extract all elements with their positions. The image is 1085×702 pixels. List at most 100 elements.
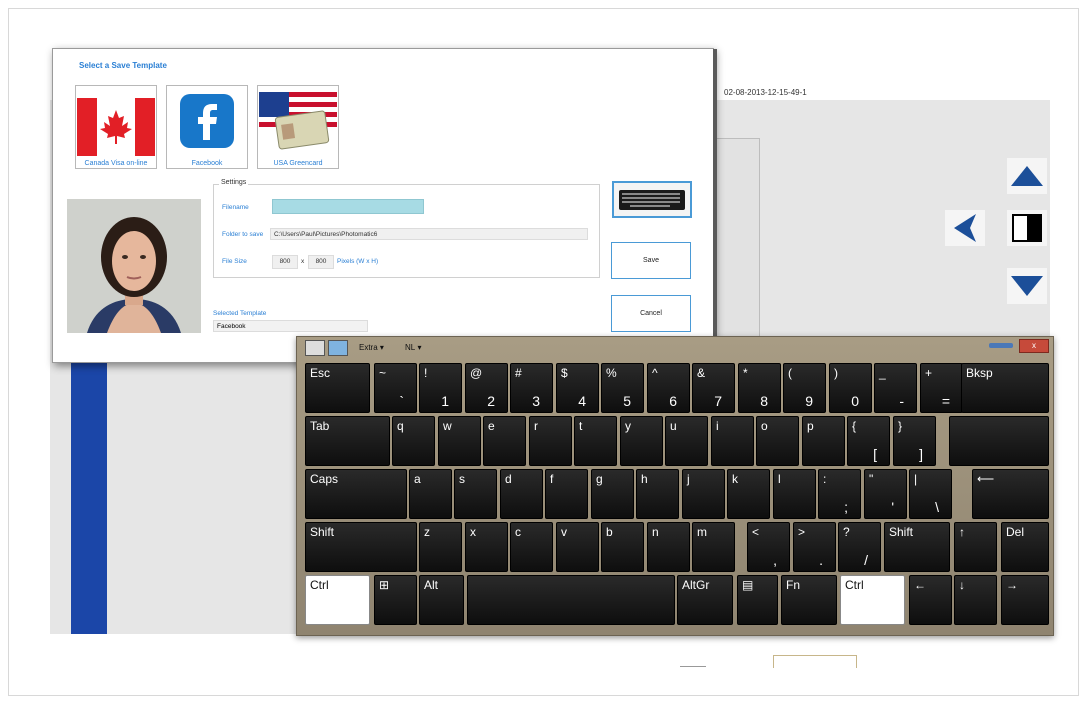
key[interactable]: ↑ — [954, 522, 997, 572]
key[interactable]: z — [419, 522, 462, 572]
key[interactable]: Esc — [305, 363, 370, 413]
contrast-button[interactable] — [1007, 210, 1047, 246]
key[interactable]: ! 1 — [419, 363, 462, 413]
key[interactable]: " ' — [864, 469, 907, 519]
key[interactable]: ? / — [838, 522, 881, 572]
key[interactable]: ↓ — [954, 575, 997, 625]
key[interactable]: c — [510, 522, 553, 572]
key[interactable]: Shift — [305, 522, 417, 572]
key-secondary-label: 1 — [441, 393, 449, 409]
filename-input[interactable] — [272, 199, 424, 214]
key[interactable]: ← — [909, 575, 952, 625]
key[interactable]: f — [545, 469, 588, 519]
key[interactable] — [467, 575, 675, 625]
key[interactable]: {[ — [847, 416, 890, 466]
key[interactable]: b — [601, 522, 644, 572]
key[interactable]: % 5 — [601, 363, 644, 413]
key-label: g — [596, 472, 603, 486]
folder-input[interactable]: C:\Users\Paul\Pictures\Photomatic6 — [270, 228, 588, 240]
key[interactable]: Tab — [305, 416, 390, 466]
key[interactable]: j — [682, 469, 725, 519]
key[interactable]: Caps — [305, 469, 407, 519]
key[interactable]: o — [756, 416, 799, 466]
key-secondary-label: 6 — [669, 393, 677, 409]
key[interactable]: Ctrl — [305, 575, 370, 625]
key[interactable]: }] — [893, 416, 936, 466]
key-label: i — [716, 419, 719, 433]
key[interactable]: _ - — [874, 363, 917, 413]
key[interactable]: h — [636, 469, 679, 519]
template-facebook[interactable]: Facebook — [166, 85, 248, 169]
up-arrow-button[interactable] — [1007, 158, 1047, 194]
key[interactable]: ▤ — [737, 575, 778, 625]
key-label: Fn — [786, 578, 801, 592]
cancel-button[interactable]: Cancel — [611, 295, 691, 332]
folder-label: Folder to save — [222, 231, 264, 238]
handwriting-icon[interactable] — [305, 340, 325, 356]
key[interactable]: ⟵ — [972, 469, 1049, 519]
key[interactable]: w — [438, 416, 481, 466]
key-secondary-label: 3 — [532, 393, 540, 409]
keyboard-mode-icon[interactable] — [328, 340, 348, 356]
key-label: & — [697, 366, 706, 380]
key[interactable]: u — [665, 416, 708, 466]
key[interactable]: → — [1001, 575, 1049, 625]
key[interactable]: l — [773, 469, 816, 519]
key[interactable]: r — [529, 416, 572, 466]
language-menu[interactable]: NL ▾ — [405, 341, 421, 354]
keyboard-close-button[interactable]: x — [1019, 339, 1049, 353]
key[interactable]: ~ ` — [374, 363, 417, 413]
key-secondary-label: / — [864, 552, 868, 568]
key[interactable]: Shift — [884, 522, 950, 572]
key[interactable]: + = — [920, 363, 963, 413]
down-arrow-button[interactable] — [1007, 268, 1047, 304]
key[interactable]: (9 — [783, 363, 826, 413]
key[interactable]: * 8 — [738, 363, 781, 413]
key[interactable]: d — [500, 469, 543, 519]
bottom-partial-button[interactable] — [773, 655, 857, 668]
key[interactable]: i — [711, 416, 754, 466]
key[interactable]: q — [392, 416, 435, 466]
key[interactable]: v — [556, 522, 599, 572]
key[interactable]: x — [465, 522, 508, 572]
keyboard-button[interactable] — [612, 181, 692, 218]
key[interactable]: & 7 — [692, 363, 735, 413]
template-usa-greencard[interactable]: USA Greencard — [257, 85, 339, 169]
key[interactable]: $4 — [556, 363, 599, 413]
key[interactable]: #3 — [510, 363, 553, 413]
key-label: { — [852, 419, 857, 433]
key[interactable]: n — [647, 522, 690, 572]
key[interactable]: Bksp — [961, 363, 1049, 413]
key[interactable]: m — [692, 522, 735, 572]
key[interactable]: Alt — [419, 575, 464, 625]
key[interactable]: g — [591, 469, 634, 519]
keyboard-minimize-button[interactable] — [989, 343, 1013, 348]
key[interactable]: s — [454, 469, 497, 519]
template-canada[interactable]: Canada Visa on-line — [75, 85, 157, 169]
key[interactable]: Ctrl — [840, 575, 905, 625]
key[interactable]: e — [483, 416, 526, 466]
width-input[interactable]: 800 — [272, 255, 298, 269]
key[interactable]: @2 — [465, 363, 508, 413]
key[interactable]: ^ 6 — [647, 363, 690, 413]
key[interactable]: AltGr — [677, 575, 733, 625]
left-arrow-button[interactable] — [945, 210, 985, 246]
key[interactable]: t — [574, 416, 617, 466]
height-input[interactable]: 800 — [308, 255, 334, 269]
key[interactable]: | \ — [909, 469, 952, 519]
selected-template-field: Facebook — [213, 320, 368, 332]
key[interactable]: p — [802, 416, 845, 466]
key[interactable]: Fn — [781, 575, 837, 625]
key[interactable]: Del — [1001, 522, 1049, 572]
key[interactable]: :; — [818, 469, 861, 519]
key[interactable]: ⊞ — [374, 575, 417, 625]
key[interactable]: a — [409, 469, 452, 519]
key[interactable]: >. — [793, 522, 836, 572]
key[interactable]: k — [727, 469, 770, 519]
key[interactable]: ) 0 — [829, 363, 872, 413]
key[interactable] — [949, 416, 1049, 466]
save-button[interactable]: Save — [611, 242, 691, 279]
key[interactable]: <, — [747, 522, 790, 572]
extra-menu[interactable]: Extra ▾ — [359, 341, 384, 354]
key[interactable]: y — [620, 416, 663, 466]
